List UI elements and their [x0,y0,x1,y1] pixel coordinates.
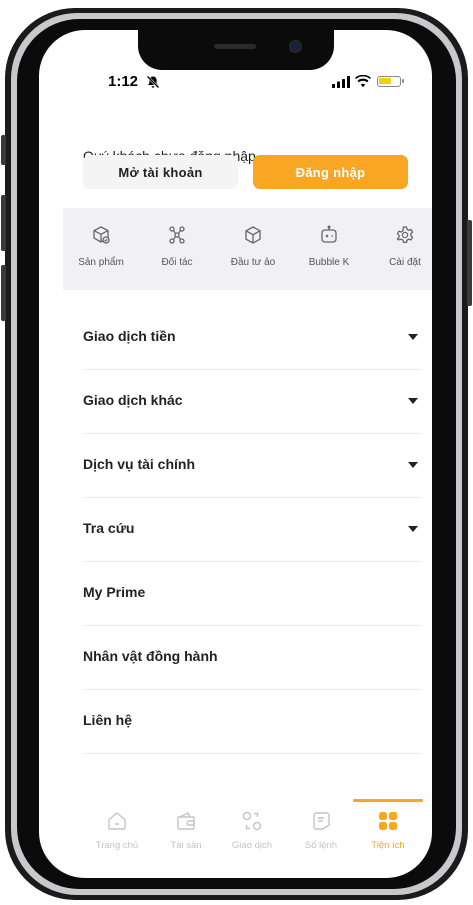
speaker [214,44,256,49]
menu-item-financial-services[interactable]: Dịch vụ tài chính [83,434,422,498]
menu-item-label: Giao dịch tiền [83,328,176,344]
menu-item-lookup[interactable]: Tra cứu [83,498,422,562]
quick-item-label: Cài đặt [389,257,421,268]
phone-screen: 1:12 Quý khách chưa đăng nhập. Mở tài kh… [39,30,432,878]
caret-down-icon [408,334,418,340]
menu-item-contact[interactable]: Liên hệ [83,690,422,754]
tab-home[interactable]: Trang chủ [87,796,147,856]
quick-item-label: Đối tác [161,257,193,268]
caret-down-icon [408,462,418,468]
tab-label: Trang chủ [95,840,139,851]
cube-icon [245,226,261,244]
volume-up-button [1,195,6,251]
quick-item-virtual-invest[interactable]: Đầu tư ảo [215,208,291,290]
menu-item-label: Giao dịch khác [83,392,183,408]
tab-label: Tài sản [170,840,202,851]
tab-label: Sổ lệnh [304,840,338,851]
status-time: 1:12 [108,73,139,90]
open-account-button[interactable]: Mở tài khoản [83,155,238,189]
quick-item-label: Đầu tư ảo [230,257,276,268]
login-button[interactable]: Đăng nhập [253,155,408,189]
caret-down-icon [408,398,418,404]
tab-order-book[interactable]: Sổ lệnh [291,796,351,856]
cellular-signal-icon [332,76,350,88]
power-button [467,220,472,306]
tab-trade[interactable]: Giao dịch [222,796,282,856]
menu-item-label: Nhân vật đồng hành [83,648,218,664]
wifi-icon [355,75,371,88]
bottom-tab-bar: Trang chủ Tài sản Giao dịch Sổ lệnh Tiện… [39,796,432,856]
menu-item-other-transactions[interactable]: Giao dịch khác [83,370,422,434]
menu-item-label: Liên hệ [83,712,133,728]
quick-item-settings[interactable]: Cài đặt [367,208,432,290]
grid-icon [379,812,397,830]
wallet-icon [177,812,195,830]
menu-item-label: My Prime [83,584,146,600]
quick-item-bubble-k[interactable]: Bubble K [291,208,367,290]
silent-bell-icon [146,75,160,89]
gear-icon [396,226,414,244]
quick-item-label: Bubble K [308,257,350,268]
menu-item-money-transactions[interactable]: Giao dịch tiền [83,306,422,370]
quick-menu: Sản phẩm Đối tác Đầu tư ảo Bubble K Cài … [63,208,432,290]
tab-assets[interactable]: Tài sản [156,796,216,856]
tab-label: Tiện ích [371,840,405,851]
order-book-icon [313,812,330,830]
caret-down-icon [408,526,418,532]
menu-item-label: Tra cứu [83,520,135,536]
tab-label: Giao dịch [231,840,273,851]
status-bar: 1:12 [39,73,432,95]
box-check-icon [93,226,110,244]
menu-item-companion-character[interactable]: Nhân vật đồng hành [83,626,422,690]
battery-icon [377,76,404,87]
front-camera [289,40,302,53]
quick-item-label: Sản phẩm [78,257,124,268]
quick-item-partners[interactable]: Đối tác [139,208,215,290]
home-icon [108,812,126,830]
menu-item-label: Dịch vụ tài chính [83,456,196,472]
trade-icon [242,811,262,831]
volume-down-button [1,265,6,321]
robot-icon [321,225,337,243]
tab-utilities[interactable]: Tiện ích [358,796,418,856]
notch [138,30,334,70]
menu-item-my-prime[interactable]: My Prime [83,562,422,626]
network-nodes-icon [169,226,185,244]
quick-item-products[interactable]: Sản phẩm [63,208,139,290]
mute-switch [1,135,6,165]
utility-menu-list: Giao dịch tiền Giao dịch khác Dịch vụ tà… [83,306,422,754]
